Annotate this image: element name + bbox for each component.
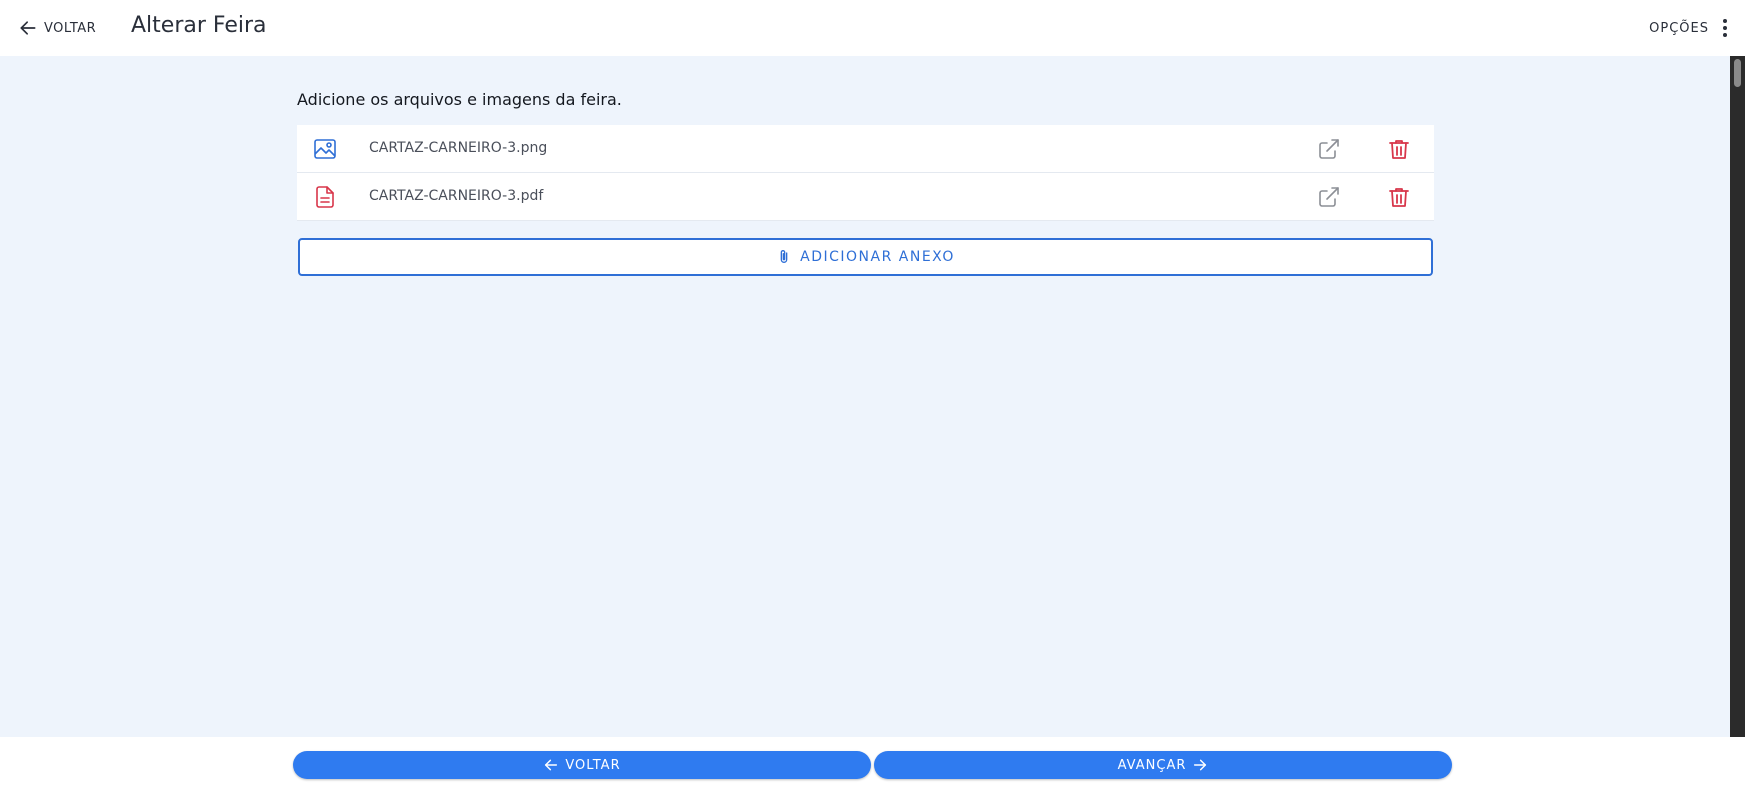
back-button-label: VOLTAR [565, 757, 621, 773]
attachment-list: CARTAZ-CARNEIRO-3.png CARTAZ-CARNEIRO-3.… [297, 125, 1434, 221]
trash-icon[interactable] [1387, 185, 1411, 209]
footer-bar: VOLTAR AVANÇAR [0, 737, 1745, 793]
page-title: Alterar Feira [131, 13, 267, 38]
options-menu-button[interactable]: OPÇÕES [1649, 14, 1727, 42]
back-button[interactable]: VOLTAR [293, 751, 871, 779]
next-button[interactable]: AVANÇAR [874, 751, 1452, 779]
scrollbar-thumb[interactable] [1734, 59, 1741, 87]
vertical-scrollbar[interactable] [1730, 56, 1745, 737]
image-file-icon [314, 139, 336, 159]
open-external-icon[interactable] [1317, 185, 1341, 209]
trash-icon[interactable] [1387, 137, 1411, 161]
next-button-label: AVANÇAR [1117, 757, 1187, 773]
arrow-right-icon [1194, 759, 1207, 771]
open-external-icon[interactable] [1317, 137, 1341, 161]
add-attachment-button[interactable]: ADICIONAR ANEXO [298, 238, 1433, 276]
attachment-row: CARTAZ-CARNEIRO-3.pdf [297, 173, 1434, 221]
arrow-left-icon [545, 759, 558, 771]
app-header: VOLTAR Alterar Feira OPÇÕES [0, 0, 1745, 56]
add-attachment-label: ADICIONAR ANEXO [800, 249, 955, 265]
attachment-row: CARTAZ-CARNEIRO-3.png [297, 125, 1434, 173]
header-back-button[interactable]: VOLTAR [18, 16, 96, 40]
paperclip-icon [780, 250, 788, 263]
instructions-text: Adicione os arquivos e imagens da feira. [297, 90, 622, 109]
main-content: Adicione os arquivos e imagens da feira.… [0, 56, 1730, 737]
arrow-left-icon [20, 21, 36, 35]
more-vertical-icon [1723, 19, 1727, 37]
document-file-icon [316, 186, 334, 208]
options-label: OPÇÕES [1649, 20, 1709, 36]
header-back-label: VOLTAR [44, 20, 97, 36]
attachment-name: CARTAZ-CARNEIRO-3.png [369, 140, 548, 156]
attachment-name: CARTAZ-CARNEIRO-3.pdf [369, 188, 544, 204]
